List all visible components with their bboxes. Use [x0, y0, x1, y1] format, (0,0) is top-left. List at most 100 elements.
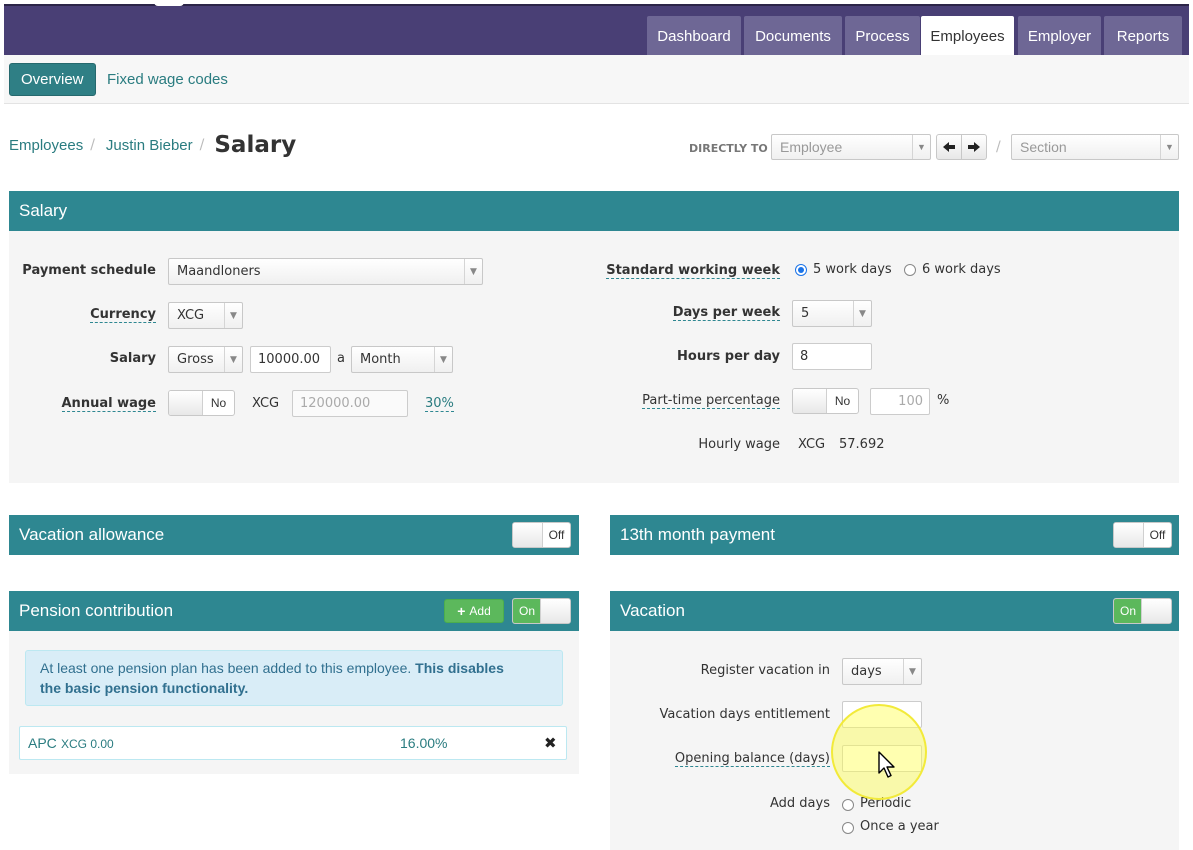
currency-label[interactable]: Currency	[90, 307, 156, 323]
thirteenth-month-toggle[interactable]: Off	[1113, 522, 1172, 548]
thirteenth-month-toggle-text: Off	[1149, 528, 1166, 542]
employee-select-value: Employee	[780, 139, 843, 155]
subnav-fixed-wage-codes[interactable]: Fixed wage codes	[96, 63, 239, 95]
toggle-knob	[793, 389, 827, 413]
directly-to-separator: /	[996, 139, 1001, 155]
chevron-down-icon: ▼	[224, 303, 242, 328]
directly-to-label: DIRECTLY TO	[689, 142, 768, 155]
vacation-toggle[interactable]: On	[1113, 598, 1172, 624]
salary-period-select[interactable]: Month ▼	[351, 346, 453, 373]
days-per-week-label[interactable]: Days per week	[672, 305, 780, 321]
salary-per-text: a	[337, 351, 345, 366]
section-select[interactable]: Section ▼	[1011, 134, 1179, 160]
chevron-down-icon: ▼	[912, 135, 930, 159]
tab-reports[interactable]: Reports	[1104, 16, 1182, 57]
pension-plan-name: APC	[28, 735, 57, 751]
tab-employer[interactable]: Employer	[1018, 16, 1101, 57]
add-days-label: Add days	[770, 796, 830, 811]
days-per-week-select[interactable]: 5 ▼	[792, 300, 872, 327]
tab-process[interactable]: Process	[845, 16, 920, 57]
currency-select[interactable]: XCG ▼	[168, 302, 243, 329]
part-time-toggle[interactable]: No	[792, 388, 859, 414]
standard-week-label[interactable]: Standard working week	[606, 263, 780, 279]
pension-notice-bold-2: the basic pension functionality.	[40, 680, 249, 696]
prev-employee-button[interactable]	[936, 134, 962, 160]
salary-period-value: Month	[360, 352, 401, 367]
pension-plan-amount: XCG 0.00	[61, 737, 114, 751]
breadcrumb-separator: /	[90, 137, 95, 153]
chevron-down-icon: ▼	[464, 259, 482, 284]
tab-dashboard[interactable]: Dashboard	[647, 16, 741, 57]
pension-panel: Pension contribution + Add On At least o…	[9, 591, 579, 774]
part-time-toggle-text: No	[834, 394, 851, 408]
week-6-label[interactable]: 6 work days	[922, 262, 1001, 277]
week-6-radio[interactable]	[904, 264, 916, 276]
pension-plan-row[interactable]: APC XCG 0.00 16.00% ✖	[19, 726, 567, 760]
annual-percent[interactable]: 30%	[425, 396, 454, 412]
subnav-overview[interactable]: Overview	[9, 63, 96, 96]
pension-toggle[interactable]: On	[512, 598, 571, 624]
hourly-wage-currency: XCG	[798, 437, 826, 452]
vacation-allowance-panel: Vacation allowance Off	[9, 515, 579, 555]
annual-wage-toggle[interactable]: No	[168, 390, 235, 416]
week-5-radio[interactable]	[795, 264, 807, 276]
vacation-allowance-toggle[interactable]: Off	[512, 522, 571, 548]
salary-panel: Salary	[9, 191, 1179, 483]
yearly-label[interactable]: Once a year	[860, 819, 939, 834]
chevron-down-icon: ▼	[434, 347, 452, 372]
plus-icon: +	[457, 603, 466, 619]
arrow-right-icon	[968, 142, 980, 152]
brand-logo	[154, 0, 194, 6]
toggle-knob	[169, 391, 203, 415]
part-time-label[interactable]: Part-time percentage	[642, 393, 780, 409]
vacation-allowance-header: Vacation allowance	[9, 515, 579, 555]
mouse-pointer-icon	[878, 751, 895, 778]
tab-employees[interactable]: Employees	[921, 16, 1014, 57]
pension-notice: At least one pension plan has been added…	[25, 650, 563, 706]
breadcrumb-employees[interactable]: Employees	[9, 137, 83, 154]
sub-navbar: Overview Fixed wage codes	[4, 55, 1189, 104]
breadcrumb-person[interactable]: Justin Bieber	[106, 137, 193, 154]
pension-toggle-text: On	[513, 599, 541, 623]
part-time-unit: %	[937, 393, 950, 408]
days-per-week-value: 5	[801, 306, 810, 321]
salary-type-value: Gross	[177, 352, 214, 367]
chevron-down-icon: ▼	[224, 347, 242, 372]
week-5-label[interactable]: 5 work days	[813, 262, 892, 277]
annual-wage-label[interactable]: Annual wage	[61, 396, 156, 412]
close-icon[interactable]: ✖	[544, 734, 557, 752]
salary-panel-title: Salary	[19, 201, 68, 220]
chevron-down-icon: ▼	[903, 659, 921, 684]
employee-select[interactable]: Employee ▼	[771, 134, 931, 160]
periodic-radio[interactable]	[842, 799, 854, 811]
annual-amount-input[interactable]: 120000.00	[292, 390, 408, 417]
next-employee-button[interactable]	[961, 134, 987, 160]
part-time-input[interactable]: 100	[870, 388, 930, 415]
vacation-toggle-text: On	[1114, 599, 1142, 623]
toggle-knob	[540, 599, 570, 623]
toggle-knob	[1114, 523, 1144, 547]
register-vacation-label: Register vacation in	[700, 663, 830, 678]
annual-currency: XCG	[252, 396, 280, 411]
hours-per-day-input[interactable]: 8	[792, 343, 872, 370]
page-title: Salary	[214, 132, 297, 158]
tab-documents[interactable]: Documents	[744, 16, 842, 57]
chevron-down-icon: ▼	[1160, 135, 1178, 159]
currency-value: XCG	[177, 308, 205, 323]
register-vacation-select[interactable]: days ▼	[842, 658, 922, 685]
section-select-value: Section	[1020, 139, 1067, 155]
salary-type-select[interactable]: Gross ▼	[168, 346, 243, 373]
payment-schedule-label: Payment schedule	[22, 263, 156, 278]
add-pension-button[interactable]: + Add	[444, 599, 504, 623]
salary-label: Salary	[109, 351, 156, 366]
vacation-allowance-title: Vacation allowance	[19, 525, 165, 544]
vacation-title: Vacation	[620, 601, 685, 620]
payment-schedule-select[interactable]: Maandloners ▼	[168, 258, 483, 285]
toggle-knob	[513, 523, 543, 547]
opening-balance-label[interactable]: Opening balance (days)	[674, 751, 830, 767]
thirteenth-month-panel: 13th month payment Off	[610, 515, 1179, 555]
yearly-radio[interactable]	[842, 822, 854, 834]
entitlement-label: Vacation days entitlement	[659, 707, 830, 722]
pension-plan-percent: 16.00%	[400, 735, 448, 751]
salary-amount-input[interactable]: 10000.00	[250, 346, 331, 373]
